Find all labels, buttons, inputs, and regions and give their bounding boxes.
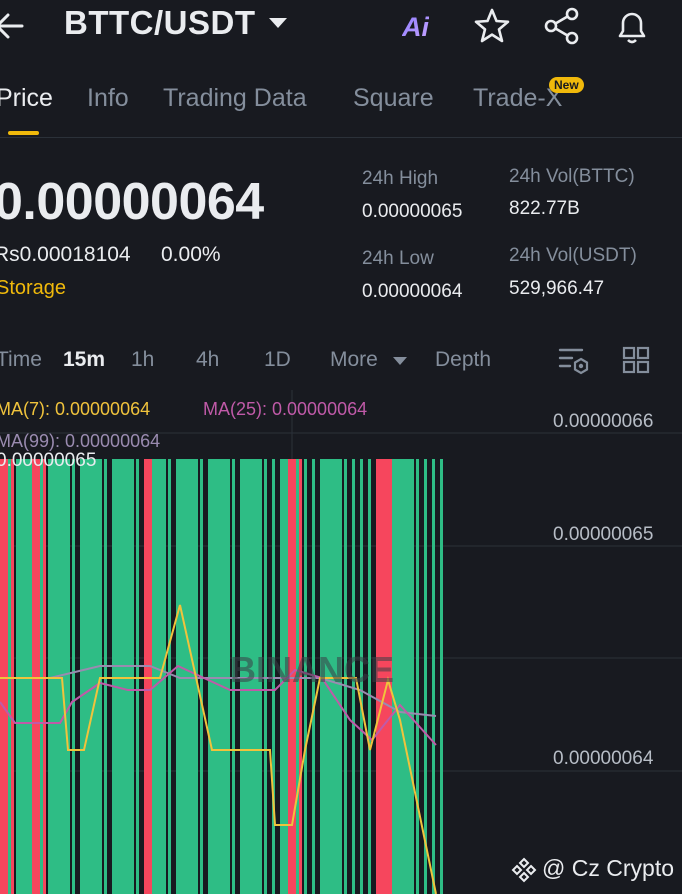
candle [128,459,131,894]
candle [192,459,195,894]
candle [88,459,102,894]
back-arrow-icon[interactable] [0,8,34,44]
candle [216,459,230,894]
candle [432,459,435,894]
interval-time[interactable]: Time [0,348,42,372]
high-value: 0.00000065 [362,201,463,222]
low-label: 24h Low [362,248,434,269]
candle [32,459,46,894]
price-chart[interactable]: BINANCE [0,390,682,894]
y-tick-label: 0.00000066 [553,411,654,432]
fiat-price: Rs0.00018104 [0,243,131,266]
interval-15m[interactable]: 15m [63,348,105,372]
tab-price[interactable]: Price [0,84,53,113]
candle [64,459,67,894]
interval-more[interactable]: More [330,348,378,372]
candle [40,459,43,894]
candle [408,459,411,894]
ma99-label: MA(99): 0.00000064 [0,431,161,451]
ma7-label: MA(7): 0.00000064 [0,399,151,419]
candle [136,459,139,894]
ma25-label: MA(25): 0.00000064 [203,399,368,419]
high-label: 24h High [362,168,439,189]
star-icon[interactable] [472,6,512,46]
grid-layout-icon[interactable] [622,346,650,374]
vol-quote-label: 24h Vol(USDT) [509,245,637,266]
credit-watermark: @ Cz Crypto [542,855,674,881]
tab-trading-data[interactable]: Trading Data [163,84,307,113]
candle [96,459,99,894]
vol-base-value: 822.77B [509,198,580,219]
category-tag[interactable]: Storage [0,277,66,300]
tab-info[interactable]: Info [87,84,129,113]
candle [400,459,414,894]
candle [168,459,171,894]
low-value: 0.00000064 [362,281,463,302]
high-marker-label: 0.00000065 [0,450,97,471]
caret-down-icon[interactable] [268,16,288,30]
pair-title[interactable]: BTTC/USDT [64,4,255,42]
interval-1h[interactable]: 1h [131,348,154,372]
active-tab-indicator [8,131,39,135]
tab-square[interactable]: Square [353,84,434,113]
candle [416,459,419,894]
candle [152,459,166,894]
new-badge: New [549,77,584,93]
candle [120,459,134,894]
indicator-settings-icon[interactable] [558,346,590,376]
candle [424,459,427,894]
interval-1d[interactable]: 1D [264,348,291,372]
vol-quote-value: 529,966.47 [509,278,605,299]
tabs-divider [0,137,682,138]
y-tick-label: 0.00000065 [553,524,654,545]
brand-watermark: BINANCE [230,649,394,690]
y-tick-label: 0.00000064 [553,748,654,769]
ai-icon[interactable]: Ai [402,12,429,43]
share-icon[interactable] [542,6,582,46]
interval-depth[interactable]: Depth [435,348,491,372]
binance-logo-icon [511,857,537,883]
bell-icon[interactable] [612,6,652,46]
vol-base-label: 24h Vol(BTTC) [509,166,635,187]
candle [224,459,227,894]
more-caret-icon[interactable] [392,356,408,366]
interval-4h[interactable]: 4h [196,348,219,372]
price-change: 0.00% [161,243,221,266]
candle [8,459,11,894]
candle [104,459,107,894]
candle [440,459,443,894]
candle [72,459,75,894]
candle [0,459,14,894]
last-price: 0.00000064 [0,173,264,231]
